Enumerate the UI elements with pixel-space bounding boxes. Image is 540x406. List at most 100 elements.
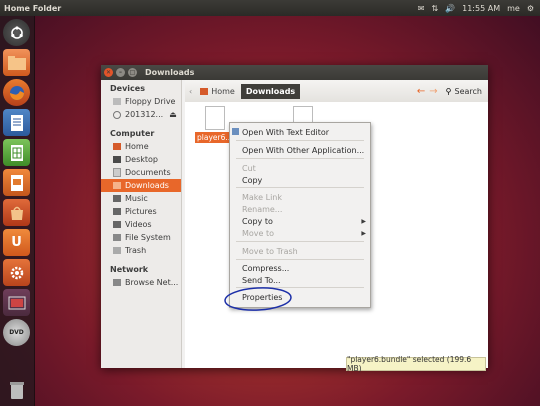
sidebar-item-label: Documents [125,168,171,177]
sidebar-item-filesystem[interactable]: File System [101,231,181,244]
sidebar-item-label: 201312... [125,110,164,119]
search-icon[interactable]: ⚲ [446,87,452,96]
trash-small-icon [113,247,121,254]
software-center-icon[interactable] [3,199,30,226]
videos-icon [113,221,121,228]
menu-item-compress[interactable]: Compress... [242,264,289,273]
breadcrumb-home-label: Home [211,86,235,96]
file-icon [204,106,225,130]
menu-item-open-text-editor[interactable]: Open With Text Editor [242,128,329,137]
sidebar-heading-network: Network [110,265,149,274]
files-icon[interactable] [3,49,30,76]
menu-separator [236,241,364,242]
menu-separator [236,259,364,260]
window-titlebar[interactable]: ✕ – □ Downloads [101,65,488,80]
nav-back-icon[interactable]: ‹ [189,87,192,96]
sidebar-item-music[interactable]: Music [101,192,181,205]
search-button[interactable]: Search [455,87,482,96]
menu-item-copy[interactable]: Copy [242,176,262,185]
documents-icon [113,168,121,177]
status-bar: "player6.bundle" selected (199.6 MB) [346,355,486,373]
writer-icon[interactable] [3,109,30,136]
sidebar-item-label: Trash [125,246,147,255]
sidebar-item-floppy[interactable]: Floppy Drive [101,95,181,108]
system-settings-icon[interactable] [3,259,30,286]
network-icon[interactable]: ⇅ [431,4,438,13]
ubuntu-one-label: U [11,235,22,250]
menu-item-move-to-trash[interactable]: Move to Trash [242,247,298,256]
sidebar-item-label: Browse Net... [125,278,179,287]
disc-icon [113,110,121,119]
location-toolbar: ‹ Home Downloads ← → ⚲ Search [185,80,488,102]
sidebar-item-documents[interactable]: Documents [101,166,181,179]
close-button[interactable]: ✕ [104,68,113,77]
sidebar-item-disc[interactable]: 201312... ⏏ [101,108,181,121]
maximize-button[interactable]: □ [128,68,137,77]
menu-item-rename[interactable]: Rename... [242,205,282,214]
pictures-icon [113,208,121,215]
annotation-ellipse [224,287,292,311]
places-sidebar: Devices Floppy Drive 201312... ⏏ Computer… [101,80,182,368]
menu-separator [236,187,364,188]
sidebar-item-label: Music [125,194,148,203]
back-arrow-icon[interactable]: ← [417,86,425,97]
breadcrumb-home[interactable]: Home [200,87,235,96]
impress-icon[interactable] [3,169,30,196]
workspaces-icon[interactable] [3,289,30,316]
sidebar-heading-devices: Devices [110,84,145,93]
downloads-icon [113,182,121,189]
system-tray: ✉ ⇅ 🔊 11:55 AM me ⚙ [418,4,540,13]
top-panel: Home Folder ✉ ⇅ 🔊 11:55 AM me ⚙ [0,0,540,16]
window-title-text: Downloads [145,68,195,77]
volume-icon[interactable]: 🔊 [445,4,455,13]
power-icon[interactable]: ⚙ [527,4,534,13]
sidebar-item-home[interactable]: Home [101,140,181,153]
clock[interactable]: 11:55 AM [462,4,500,13]
firefox-icon[interactable] [3,79,30,106]
context-menu: Open With Text Editor Open With Other Ap… [229,122,371,308]
sidebar-item-downloads[interactable]: Downloads [101,179,181,192]
menu-separator [236,158,364,159]
trash-icon[interactable] [3,376,30,403]
sidebar-item-videos[interactable]: Videos [101,218,181,231]
launcher: U DVD [0,16,35,406]
sidebar-item-label: Videos [125,220,152,229]
breadcrumb-downloads[interactable]: Downloads [240,83,301,99]
minimize-button[interactable]: – [116,68,125,77]
dash-home-icon[interactable] [3,19,30,46]
music-icon [113,195,121,202]
menu-item-move-to[interactable]: Move to [242,229,274,238]
sidebar-item-label: Desktop [125,155,158,164]
network-folder-icon [113,279,121,286]
ubuntu-one-icon[interactable]: U [3,229,30,256]
mail-icon[interactable]: ✉ [418,4,425,13]
eject-icon[interactable]: ⏏ [169,110,177,119]
menu-item-copy-to[interactable]: Copy to [242,217,273,226]
menu-item-make-link[interactable]: Make Link [242,193,282,202]
desktop-icon [113,156,121,163]
submenu-arrow-icon: ▶ [361,230,366,237]
menu-item-open-other-app[interactable]: Open With Other Application... [242,146,364,155]
home-icon [113,143,121,150]
sidebar-item-pictures[interactable]: Pictures [101,205,181,218]
sidebar-item-label: Downloads [125,181,169,190]
sidebar-item-label: File System [125,233,171,242]
menu-item-send-to[interactable]: Send To... [242,276,281,285]
floppy-icon [113,98,121,105]
sidebar-item-trash[interactable]: Trash [101,244,181,257]
user-name[interactable]: me [507,4,520,13]
text-editor-icon [232,128,239,135]
sidebar-item-browse-network[interactable]: Browse Net... [101,276,181,289]
forward-arrow-icon[interactable]: → [429,86,437,97]
menu-separator [236,140,364,141]
sidebar-heading-computer: Computer [110,129,155,138]
sidebar-item-label: Pictures [125,207,157,216]
sidebar-item-desktop[interactable]: Desktop [101,153,181,166]
menu-item-cut[interactable]: Cut [242,164,256,173]
dvd-label: DVD [9,329,24,336]
sidebar-item-label: Home [125,142,149,151]
harddisk-icon [113,234,121,241]
dvd-icon[interactable]: DVD [3,319,30,346]
calc-icon[interactable] [3,139,30,166]
sidebar-item-label: Floppy Drive [125,97,176,106]
